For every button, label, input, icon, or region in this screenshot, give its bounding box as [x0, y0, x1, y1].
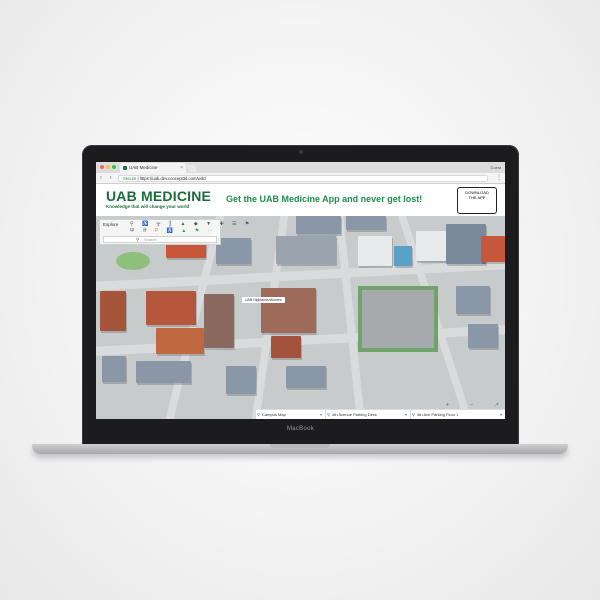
parking-deck-select[interactable]: ⚲ 4th Avenue Parking Deck ▾: [326, 410, 411, 419]
location-selector-bar: ⚲ Campus Map ▾ ⚲ 4th Avenue Parking Deck…: [256, 409, 505, 419]
explore-panel: Explore ⚲ ♿ ╦ ║ ▲ ◆ ▼ ✚ ☰ ⚑ Ψ ⇈ P ♿ ▲ ⚑ …: [99, 219, 249, 245]
green-area: [116, 252, 150, 270]
browser-tab-bar: UAB Medicine × Guest: [96, 162, 505, 173]
pin-icon: ⚲: [257, 412, 260, 417]
building: [204, 294, 234, 348]
tab-close-icon[interactable]: ×: [180, 163, 183, 173]
category-icons-row-2[interactable]: Ψ ⇈ P ♿ ▲ ⚑ ⋯: [130, 228, 216, 234]
laptop-lid: UAB Medicine × Guest ‹ › ↻ Secure | http…: [82, 145, 519, 445]
profile-label[interactable]: Guest: [490, 162, 501, 173]
campus-map-select[interactable]: ⚲ Campus Map ▾: [256, 410, 326, 419]
building: [102, 356, 126, 382]
badge-line-2: THE APP: [468, 195, 486, 200]
download-app-button[interactable]: DOWNLOAD THE APP: [457, 187, 497, 214]
search-placeholder: Search: [144, 237, 157, 242]
building: [446, 224, 486, 264]
chevron-down-icon: ▾: [404, 412, 407, 417]
building: [468, 324, 498, 348]
building: [146, 291, 196, 325]
building: [216, 238, 251, 264]
tab-title: UAB Medicine: [129, 165, 158, 170]
laptop-screen: UAB Medicine × Guest ‹ › ↻ Secure | http…: [96, 162, 505, 419]
laptop-base: [32, 444, 568, 454]
pin-icon: ⚲: [412, 412, 415, 417]
category-icons-c[interactable]: ♿ ▲ ⚑ ⋯: [167, 228, 216, 234]
close-window-button[interactable]: [100, 165, 104, 169]
building: [481, 236, 505, 262]
url-text: https://uab.dev.concept3d.com/wdc/: [139, 175, 207, 181]
tagline: Knowledge that will change your world: [106, 204, 190, 209]
address-bar: ‹ › ↻ Secure | https://uab.dev.concept3d…: [96, 173, 505, 184]
category-icons-a[interactable]: Ψ ⇈: [130, 228, 150, 234]
select-label: 4th Ave Parking Floor 1: [417, 412, 459, 417]
road: [96, 260, 505, 291]
parking-icon[interactable]: P: [155, 228, 162, 234]
camera-icon: [299, 150, 303, 154]
browser-tab[interactable]: UAB Medicine ×: [120, 163, 186, 173]
parking-floor-select[interactable]: ⚲ 4th Ave Parking Floor 1 ▾: [411, 410, 505, 419]
building: [271, 336, 301, 358]
laptop-model-label: MacBook: [286, 426, 315, 432]
promo-text: Get the UAB Medicine App and never get l…: [226, 194, 423, 204]
building: [100, 291, 126, 331]
building: [156, 328, 204, 354]
building: [276, 236, 336, 264]
minimize-window-button[interactable]: [106, 165, 110, 169]
building: [346, 216, 386, 230]
building: [286, 366, 326, 388]
building: [136, 361, 191, 383]
window-controls: [100, 165, 116, 169]
explore-label: Explore: [103, 222, 119, 227]
maximize-window-button[interactable]: [112, 165, 116, 169]
url-input[interactable]: Secure | https://uab.dev.concept3d.com/w…: [118, 174, 488, 182]
chevron-down-icon: ▾: [319, 412, 322, 417]
chevron-down-icon: ▾: [499, 412, 502, 417]
building: [261, 288, 316, 333]
page-header: UAB MEDICINE Knowledge that will change …: [96, 184, 505, 217]
select-label: Campus Map: [262, 412, 286, 417]
favicon-icon: [123, 166, 127, 170]
base-notch: [270, 444, 330, 448]
secure-label: Secure: [123, 175, 137, 181]
building: [416, 231, 450, 261]
search-icon: ⚲: [136, 237, 140, 242]
building: [358, 236, 392, 266]
browser-menu-icon[interactable]: ⋮: [496, 173, 502, 183]
building: [296, 216, 341, 234]
parking-lot: [362, 290, 434, 348]
category-icons-row[interactable]: ⚲ ♿ ╦ ║ ▲ ◆ ▼ ✚ ☰ ⚑: [130, 221, 253, 227]
building: [394, 246, 412, 266]
map-tooltip[interactable]: UAB Highlands/Women: [242, 297, 285, 303]
new-tab-button[interactable]: [186, 165, 198, 172]
pin-icon: ⚲: [327, 412, 330, 417]
building: [456, 286, 490, 314]
logo-text: UAB MEDICINE: [106, 188, 212, 204]
campus-map[interactable]: UAB Highlands/Women Explore ⚲ ♿ ╦ ║ ▲ ◆ …: [96, 216, 505, 419]
select-label: 4th Avenue Parking Deck: [332, 412, 377, 417]
uab-logo[interactable]: UAB MEDICINE Knowledge that will change …: [106, 189, 211, 209]
building: [226, 366, 256, 394]
map-search-input[interactable]: ⚲ Search: [103, 236, 217, 243]
